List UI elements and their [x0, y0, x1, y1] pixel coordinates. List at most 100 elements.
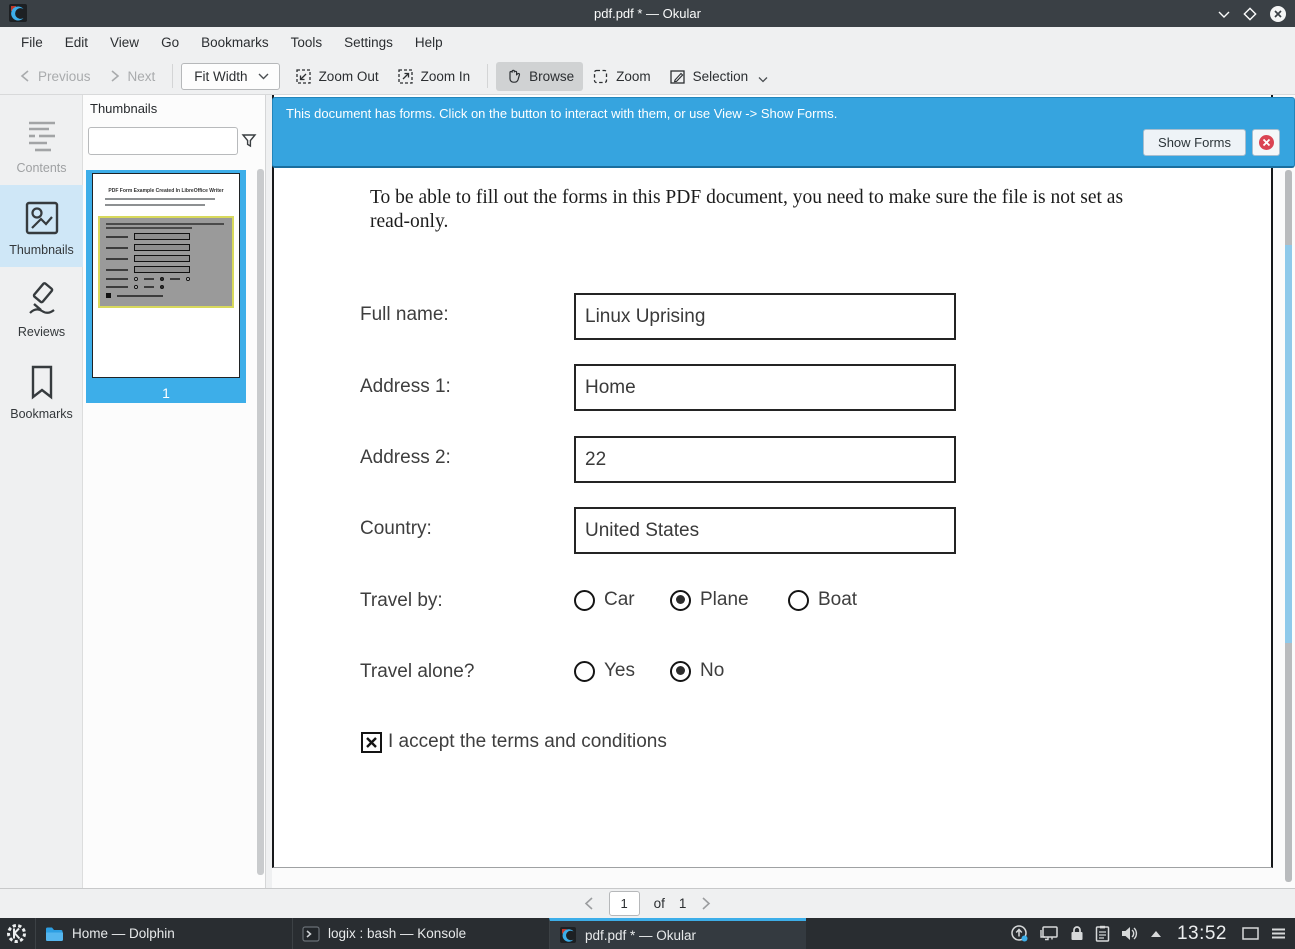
zoom-in-button[interactable]: Zoom In: [388, 62, 480, 91]
window-title: pdf.pdf * — Okular: [0, 6, 1295, 21]
notification-close-button[interactable]: [1252, 129, 1280, 156]
chevron-left-icon: [19, 69, 31, 83]
okular-window: pdf.pdf * — Okular File Edit View Go Boo…: [0, 0, 1295, 949]
radio-boat[interactable]: Boat: [788, 589, 857, 611]
notification-message: This document has forms. Click on the bu…: [286, 106, 837, 121]
sidebar: Contents Thumbnails Reviews Bookmarks: [0, 95, 83, 888]
menu-view[interactable]: View: [99, 30, 150, 55]
task-konsole[interactable]: logix : bash — Konsole: [292, 918, 549, 949]
field-label-full-name: Full name:: [360, 304, 449, 326]
radio-car[interactable]: Car: [574, 589, 635, 611]
menu-tools[interactable]: Tools: [280, 30, 334, 55]
maximize-icon[interactable]: [1243, 7, 1257, 21]
field-label-country: Country:: [360, 518, 432, 540]
menu-bookmarks[interactable]: Bookmarks: [190, 30, 280, 55]
panel-title: Thumbnails: [90, 101, 157, 116]
menu-help[interactable]: Help: [404, 30, 454, 55]
pdf-intro-text: To be able to fill out the forms in this…: [370, 186, 1156, 234]
browse-tool-button[interactable]: Browse: [496, 62, 583, 91]
sidebar-item-thumbnails[interactable]: Thumbnails: [0, 185, 83, 267]
volume-tray-icon[interactable]: [1120, 925, 1139, 942]
show-forms-button[interactable]: Show Forms: [1143, 129, 1246, 156]
close-icon[interactable]: [1269, 5, 1287, 23]
thumbnail-page-1[interactable]: PDF Form Example Created In LibreOffice …: [86, 170, 246, 403]
chevron-down-icon: [758, 76, 768, 83]
document-view: To be able to fill out the forms in this…: [272, 95, 1295, 888]
minimize-icon[interactable]: [1217, 7, 1231, 21]
pdf-page: To be able to fill out the forms in this…: [272, 95, 1273, 868]
thumbnails-scrollbar[interactable]: [257, 169, 264, 875]
current-page-input[interactable]: 1: [609, 891, 640, 916]
zoom-tool-button[interactable]: Zoom: [583, 62, 660, 91]
fit-width-select[interactable]: Fit Width: [181, 63, 279, 90]
field-label-travel-alone: Travel alone?: [360, 661, 474, 683]
radio-no[interactable]: No: [670, 660, 724, 682]
system-tray: 13:52: [1010, 918, 1295, 949]
radio-circle: [670, 661, 691, 682]
app-launcher-icon[interactable]: [6, 923, 27, 944]
clipboard-tray-icon[interactable]: [1095, 925, 1110, 942]
lock-tray-icon[interactable]: [1069, 925, 1085, 942]
terms-checkbox[interactable]: [361, 732, 382, 753]
tray-expander-icon[interactable]: [1149, 929, 1163, 939]
address-2-input[interactable]: [574, 436, 956, 483]
page-of-label: of: [654, 896, 665, 911]
thumbnail-page-number: 1: [86, 385, 246, 401]
show-desktop-icon[interactable]: [1241, 926, 1260, 941]
hand-icon: [505, 68, 522, 85]
menu-go[interactable]: Go: [150, 30, 190, 55]
field-label-address-1: Address 1:: [360, 376, 451, 398]
radio-yes[interactable]: Yes: [574, 660, 635, 682]
radio-circle: [574, 661, 595, 682]
radio-plane[interactable]: Plane: [670, 589, 749, 611]
document-scrollbar[interactable]: [1285, 170, 1292, 882]
zoom-out-button[interactable]: Zoom Out: [286, 62, 388, 91]
country-input[interactable]: [574, 507, 956, 554]
address-1-input[interactable]: [574, 364, 956, 411]
thumbnail-filter-input[interactable]: [88, 127, 238, 155]
reviews-icon: [21, 279, 63, 321]
okular-icon: [559, 926, 577, 944]
filter-funnel-icon[interactable]: [239, 131, 259, 151]
scrollbar-thumb[interactable]: [1285, 245, 1292, 643]
next-button[interactable]: Next: [100, 63, 165, 90]
radio-circle: [574, 590, 595, 611]
field-label-travel-by: Travel by:: [360, 590, 443, 612]
okular-app-icon: [8, 3, 28, 23]
clock[interactable]: 13:52: [1177, 923, 1227, 945]
page-navigation: 1 of 1: [0, 888, 1295, 918]
page-next-icon[interactable]: [700, 896, 713, 911]
selection-tool-button[interactable]: Selection: [660, 62, 778, 91]
folder-icon: [45, 926, 64, 942]
display-tray-icon[interactable]: [1039, 925, 1059, 942]
full-name-input[interactable]: [574, 293, 956, 340]
updates-tray-icon[interactable]: [1010, 924, 1029, 943]
task-okular[interactable]: pdf.pdf * — Okular: [549, 918, 806, 949]
menubar: File Edit View Go Bookmarks Tools Settin…: [0, 27, 1295, 58]
zoom-select-icon: [592, 68, 609, 85]
page-prev-icon[interactable]: [582, 896, 595, 911]
thumbnail-mini-form: [98, 216, 234, 308]
terms-label: I accept the terms and conditions: [388, 731, 667, 753]
previous-button[interactable]: Previous: [10, 63, 100, 90]
panel-settings-icon[interactable]: [1270, 927, 1287, 940]
toolbar: Previous Next Fit Width Zoom Out Zoom In…: [0, 58, 1295, 95]
radio-circle: [670, 590, 691, 611]
thumbnail-preview: PDF Form Example Created In LibreOffice …: [92, 173, 240, 378]
field-label-address-2: Address 2:: [360, 447, 451, 469]
menu-file[interactable]: File: [10, 30, 54, 55]
contents-icon: [21, 115, 63, 157]
forms-notification: This document has forms. Click on the bu…: [272, 97, 1295, 168]
sidebar-item-reviews[interactable]: Reviews: [0, 267, 83, 349]
selection-pencil-icon: [669, 68, 686, 85]
task-dolphin[interactable]: Home — Dolphin: [35, 918, 292, 949]
sidebar-item-bookmarks[interactable]: Bookmarks: [0, 349, 83, 431]
chevron-down-icon: [258, 72, 269, 80]
x-mark-icon: [365, 736, 378, 749]
menu-settings[interactable]: Settings: [333, 30, 404, 55]
sidebar-item-contents[interactable]: Contents: [0, 103, 83, 185]
thumbnails-panel: Thumbnails PDF Form Example Created In L…: [83, 95, 266, 888]
radio-circle: [788, 590, 809, 611]
zoom-out-icon: [295, 68, 312, 85]
menu-edit[interactable]: Edit: [54, 30, 99, 55]
